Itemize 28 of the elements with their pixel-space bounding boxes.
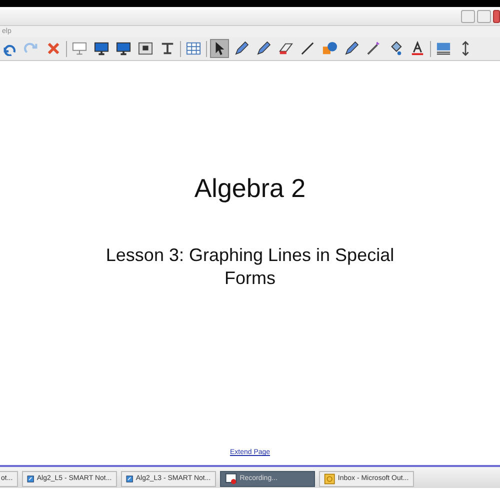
eraser-icon bbox=[278, 41, 293, 56]
redo-icon bbox=[24, 41, 39, 56]
page-subtitle: Lesson 3: Graphing Lines in Special Forms bbox=[105, 244, 395, 290]
pen-tool-button[interactable] bbox=[254, 39, 273, 58]
properties-icon bbox=[436, 41, 451, 56]
page-title: Algebra 2 bbox=[194, 173, 306, 204]
doc-app-icon bbox=[26, 472, 34, 484]
grid-icon bbox=[186, 41, 201, 56]
pen-icon bbox=[344, 41, 359, 56]
screen-icon bbox=[72, 41, 87, 56]
pen-tool-button[interactable] bbox=[232, 39, 251, 58]
doc-app-icon bbox=[126, 472, 133, 484]
wand-icon bbox=[366, 41, 381, 56]
camera-icon bbox=[138, 41, 153, 56]
pointer-tool-button[interactable] bbox=[210, 39, 229, 58]
text-icon bbox=[410, 41, 425, 56]
mail-app-icon bbox=[324, 472, 335, 484]
shapes-icon bbox=[322, 41, 337, 56]
monitor-icon bbox=[116, 41, 131, 56]
pen-icon bbox=[234, 41, 249, 56]
line-icon bbox=[300, 41, 315, 56]
pen-icon bbox=[256, 41, 271, 56]
pen-tool-button[interactable] bbox=[342, 39, 361, 58]
fill-icon bbox=[388, 41, 403, 56]
delete-icon bbox=[46, 41, 61, 56]
rec-app-icon bbox=[224, 472, 237, 484]
close-button[interactable] bbox=[493, 10, 500, 22]
monitor-icon bbox=[94, 41, 109, 56]
